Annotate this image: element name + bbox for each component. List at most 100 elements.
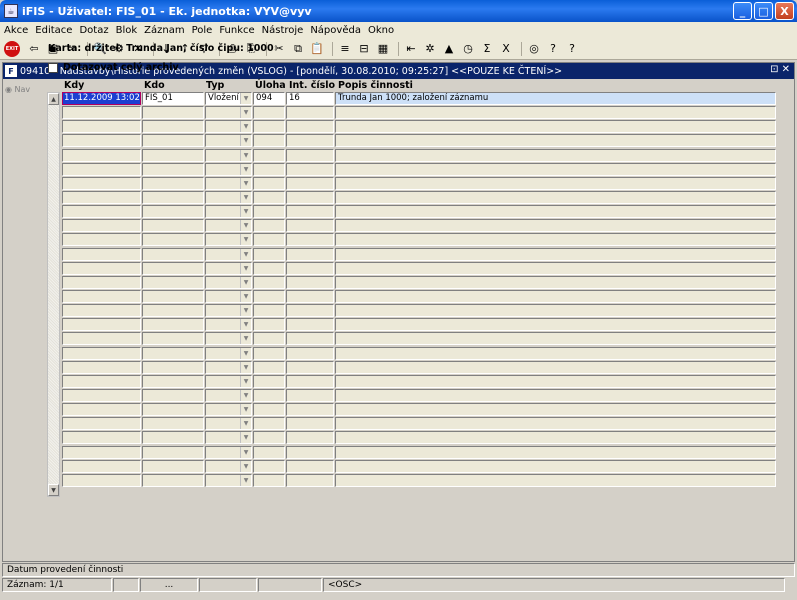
cell-typ[interactable]: ▼ [205,134,252,148]
menu-blok[interactable]: Blok [116,25,138,36]
cell-kdo[interactable] [142,403,204,417]
insert-row-icon[interactable]: ≡ [337,41,353,57]
cell-uloha[interactable] [253,403,285,417]
menu-nastroje[interactable]: Nástroje [262,25,304,36]
cell-popis[interactable] [335,219,776,233]
cell-typ[interactable]: ▼ [205,120,252,134]
table-row[interactable]: ▼ [62,134,779,148]
cell-uloha[interactable] [253,473,285,487]
cell-kdy[interactable] [62,261,141,275]
cell-int[interactable] [286,247,334,261]
cell-popis[interactable] [335,445,776,459]
cell-int[interactable] [286,388,334,402]
cell-kdo[interactable]: FIS_01 [142,92,204,105]
cell-popis[interactable] [335,346,776,360]
cell-typ[interactable]: ▼ [205,190,252,204]
cell-popis[interactable] [335,120,776,134]
cell-popis[interactable] [335,289,776,303]
cell-kdy[interactable] [62,388,141,402]
sum-icon[interactable]: Σ [479,41,495,57]
table-row[interactable]: ▼ [62,332,779,346]
cell-uloha[interactable] [253,247,285,261]
cell-kdo[interactable] [142,318,204,332]
form-window-controls[interactable]: ⊡ ✕ [770,64,790,75]
cell-uloha[interactable] [253,106,285,120]
dropdown-arrow-icon[interactable]: ▼ [240,234,251,246]
cell-popis[interactable] [335,106,776,120]
cell-kdo[interactable] [142,275,204,289]
dropdown-arrow-icon[interactable]: ▼ [240,290,251,302]
cell-kdy[interactable] [62,148,141,162]
cell-kdo[interactable] [142,473,204,487]
cell-uloha[interactable] [253,289,285,303]
cell-uloha[interactable] [253,318,285,332]
cell-uloha[interactable] [253,304,285,318]
cell-int[interactable] [286,219,334,233]
dropdown-arrow-icon[interactable]: ▼ [240,418,251,430]
cell-typ[interactable]: ▼ [205,162,252,176]
cell-kdo[interactable] [142,120,204,134]
cell-int[interactable] [286,134,334,148]
table-row[interactable]: ▼ [62,190,779,205]
excel-icon[interactable]: X [498,41,514,57]
table-row[interactable]: ▼ [62,205,779,219]
cell-uloha[interactable] [253,233,285,247]
cell-popis[interactable] [335,473,776,487]
dropdown-arrow-icon[interactable]: ▼ [240,404,251,416]
cell-int[interactable] [286,120,334,134]
cell-typ[interactable]: ▼ [205,318,252,332]
menu-okno[interactable]: Okno [368,25,394,36]
cell-kdo[interactable] [142,261,204,275]
cell-int[interactable] [286,304,334,318]
cell-uloha[interactable] [253,176,285,190]
dropdown-arrow-icon[interactable]: ▼ [240,361,251,373]
cell-kdo[interactable] [142,162,204,176]
table-row[interactable]: ▼ [62,176,779,191]
dropdown-arrow-icon[interactable]: ▼ [240,121,251,133]
cell-uloha[interactable] [253,459,285,473]
table-row[interactable]: ▼ [62,473,779,488]
table-row[interactable]: ▼ [62,417,779,431]
cell-popis[interactable] [335,388,776,402]
dropdown-arrow-icon[interactable]: ▼ [240,248,251,260]
cell-kdy[interactable] [62,275,141,289]
dropdown-arrow-icon[interactable]: ▼ [240,460,251,472]
table-row[interactable]: ▼ [62,120,779,134]
cell-kdy[interactable] [62,332,141,346]
dropdown-arrow-icon[interactable]: ▼ [240,375,251,387]
cell-kdo[interactable] [142,176,204,190]
dropdown-arrow-icon[interactable]: ▼ [240,93,251,104]
cell-kdo[interactable] [142,134,204,148]
tools-icon[interactable]: ✲ [422,41,438,57]
table-row[interactable]: ▼ [62,459,779,474]
table-row[interactable]: ▼ [62,289,779,304]
table-row[interactable]: ▼ [62,374,779,389]
cell-uloha[interactable] [253,261,285,275]
cell-typ[interactable]: ▼ [205,403,252,417]
cell-popis[interactable] [335,205,776,219]
dropdown-arrow-icon[interactable]: ▼ [240,262,251,274]
cell-popis[interactable] [335,148,776,162]
cell-uloha[interactable] [253,431,285,445]
cell-popis[interactable] [335,233,776,247]
archive-checkbox[interactable] [48,62,58,73]
cell-kdo[interactable] [142,148,204,162]
cell-popis[interactable] [335,403,776,417]
table-row[interactable]: ▼ [62,148,779,163]
dropdown-arrow-icon[interactable]: ▼ [240,333,251,345]
table-icon[interactable]: ▦ [375,41,391,57]
cell-popis[interactable] [335,190,776,204]
cell-kdy[interactable] [62,219,141,233]
cell-kdo[interactable] [142,190,204,204]
dropdown-arrow-icon[interactable]: ▼ [240,347,251,359]
cell-typ[interactable]: ▼ [205,106,252,120]
dropdown-arrow-icon[interactable]: ▼ [240,135,251,147]
cell-kdo[interactable] [142,346,204,360]
first-record-icon[interactable]: ⇤ [403,41,419,57]
cell-kdo[interactable] [142,431,204,445]
table-row[interactable]: ▼ [62,388,779,403]
cell-int[interactable]: 16 [286,92,334,105]
cell-typ[interactable]: ▼ [205,275,252,289]
cell-kdo[interactable] [142,233,204,247]
cell-typ[interactable]: ▼ [205,176,252,190]
